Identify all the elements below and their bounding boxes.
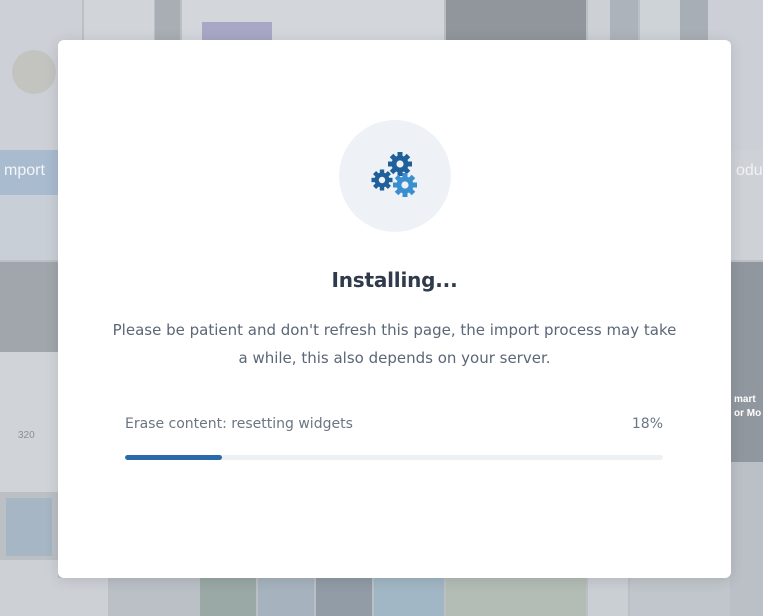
bg-label: or Mo: [734, 408, 762, 419]
bg-label: mport: [4, 162, 45, 179]
modal-title: Installing...: [331, 268, 458, 292]
modal-description: Please be patient and don't refresh this…: [112, 321, 677, 367]
bg-label: odu: [736, 162, 763, 179]
bg-label: mart: [734, 394, 756, 405]
progress-bar-fill: [125, 455, 222, 460]
progress-percent: 18%: [631, 416, 663, 432]
installing-icon-badge: [339, 120, 451, 232]
progress-status-text: Erase content: resetting widgets: [125, 416, 353, 432]
progress-bar: [125, 455, 663, 460]
bg-label: 320: [18, 430, 35, 441]
